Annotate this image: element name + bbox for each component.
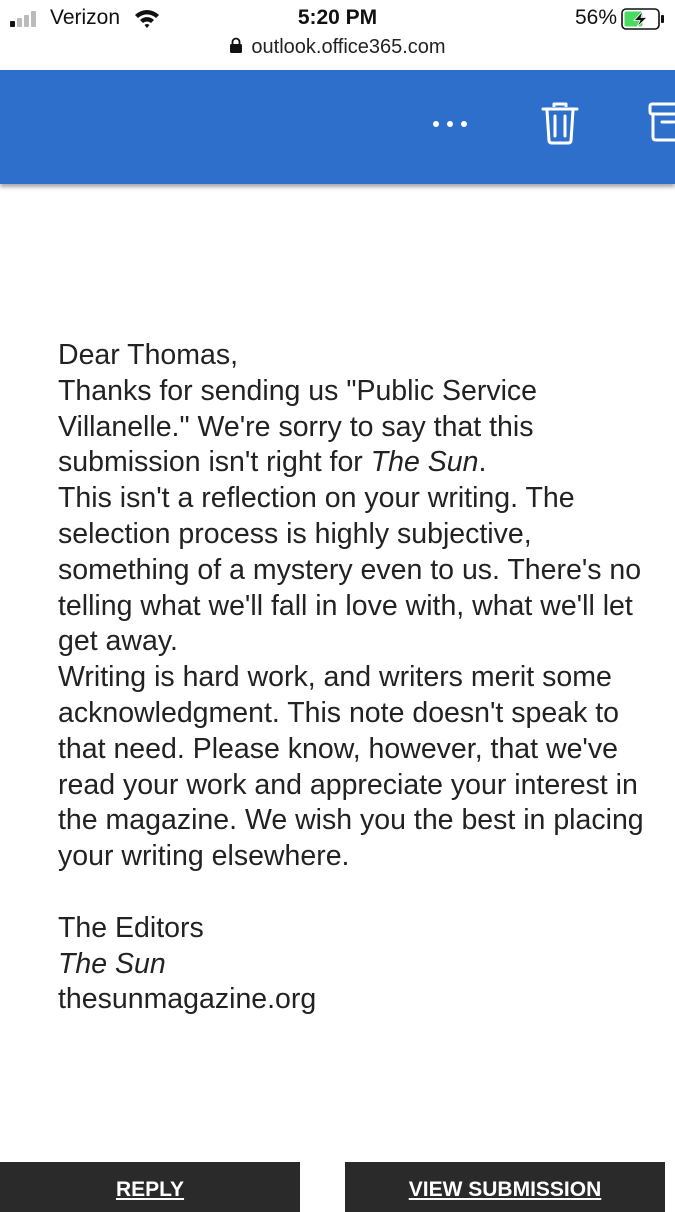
email-greeting: Dear Thomas, [58, 339, 239, 371]
reply-button[interactable]: REPLY [0, 1162, 300, 1212]
clock: 5:20 PM [297, 6, 378, 29]
email-paragraph-2: This isn't a reflection on your writing.… [58, 482, 642, 658]
archive-icon[interactable] [648, 101, 675, 143]
email-paragraph-1: Thanks for sending us "Public Service Vi… [58, 374, 538, 479]
lock-icon [230, 37, 243, 53]
battery-percentage: 56% [574, 6, 617, 29]
status-bar: Verizon 5:20 PM 56% outlook.office365.co… [0, 0, 675, 58]
view-submission-button[interactable]: VIEW SUBMISSION [345, 1162, 665, 1212]
mail-toolbar [0, 70, 675, 184]
trash-icon[interactable] [540, 101, 580, 145]
address-bar[interactable]: outlook.office365.com [0, 36, 675, 59]
email-body: Dear Thomas, Thanks for sending us "Publ… [58, 338, 658, 1018]
signature-website-link[interactable]: thesunmagazine.org [58, 982, 658, 1018]
signature-name: The Editors [58, 911, 204, 944]
battery-charging-icon [621, 8, 664, 30]
more-options-icon[interactable] [428, 116, 472, 132]
magazine-title: The Sun [370, 446, 479, 479]
email-paragraph-3: Writing is hard work, and writers merit … [58, 661, 644, 873]
signature-magazine: The Sun [58, 947, 166, 980]
url-text: outlook.office365.com [251, 36, 446, 58]
